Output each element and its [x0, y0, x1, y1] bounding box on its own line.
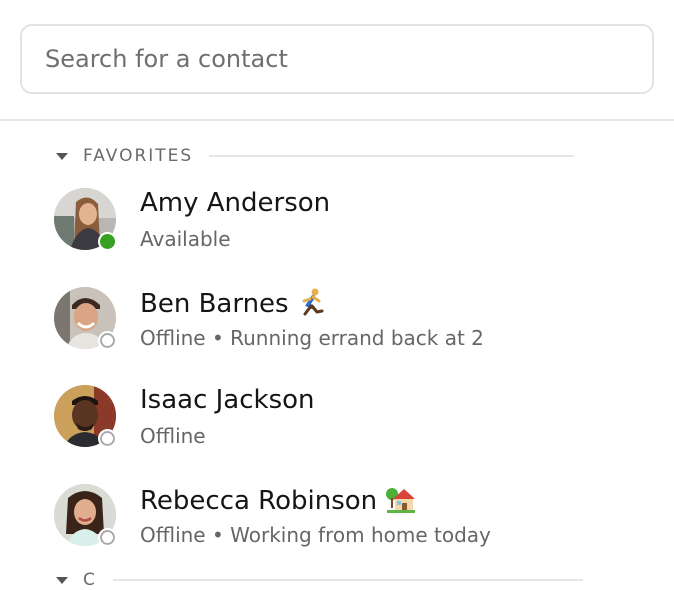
contact-name: Rebecca Robinson: [140, 486, 378, 516]
contact-status: Offline: [140, 424, 206, 448]
presence-offline-icon: [98, 528, 117, 547]
header-divider: [0, 119, 674, 121]
section-divider: [112, 579, 583, 581]
contact-name: Amy Anderson: [140, 188, 331, 218]
presence-offline-icon: [98, 331, 117, 350]
running-person-icon: [297, 287, 327, 321]
section-header-favorites[interactable]: FAVORITES: [56, 146, 575, 166]
section-divider: [209, 155, 575, 157]
house-with-garden-icon: [385, 484, 417, 518]
presence-offline-icon: [98, 429, 117, 448]
contact-status: Offline • Working from home today: [140, 523, 491, 547]
contact-item-rebecca-robinson[interactable]: Rebecca Robinson Offline • Working from …: [54, 484, 614, 548]
contact-name: Isaac Jackson: [140, 385, 315, 415]
contact-item-isaac-jackson[interactable]: Isaac Jackson Offline: [54, 385, 614, 449]
contact-name: Ben Barnes: [140, 289, 289, 319]
section-header-c[interactable]: C: [56, 570, 583, 590]
section-title: FAVORITES: [83, 146, 194, 166]
section-title: C: [83, 570, 97, 590]
contact-item-amy-anderson[interactable]: Amy Anderson Available: [54, 188, 614, 252]
presence-available-icon: [98, 232, 117, 251]
search-input[interactable]: [43, 44, 652, 74]
contact-status: Offline • Running errand back at 2: [140, 326, 484, 350]
search-box[interactable]: [20, 24, 654, 94]
caret-down-icon[interactable]: [56, 576, 68, 584]
contact-item-ben-barnes[interactable]: Ben Barnes Offline • Running errand back…: [54, 287, 614, 351]
caret-down-icon[interactable]: [56, 152, 68, 160]
contact-status: Available: [140, 227, 231, 251]
